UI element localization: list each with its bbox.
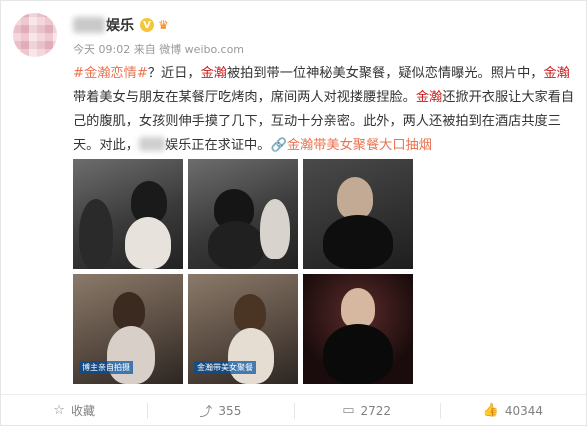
- topic-link[interactable]: #金瀚恋情#: [73, 66, 148, 81]
- figure-shape: [113, 292, 145, 330]
- comment-icon: ▭: [342, 403, 355, 418]
- verified-icon: V: [140, 18, 154, 32]
- author-name[interactable]: 娱乐: [106, 15, 134, 35]
- favorite-label: 收藏: [70, 404, 95, 418]
- figure-shape: [323, 215, 393, 269]
- name-link[interactable]: 金瀚: [201, 66, 227, 81]
- photo-thumb[interactable]: 博主亲自拍摄: [73, 274, 183, 384]
- photo-image: [303, 159, 413, 269]
- figure-shape: [260, 199, 290, 259]
- favorite-button[interactable]: ☆ 收藏: [1, 395, 147, 426]
- text-part: ？近日，: [147, 66, 201, 81]
- comment-button[interactable]: ▭ 2722: [293, 395, 440, 426]
- source-redaction: [138, 137, 165, 151]
- photo-caption: 博主亲自拍摄: [79, 361, 133, 374]
- article-link[interactable]: 金瀚带美女聚餐大口抽烟: [287, 138, 432, 153]
- like-count: 40344: [504, 403, 544, 418]
- text-part: 娱乐正在求证中。: [164, 138, 271, 153]
- post-text: #金瀚恋情#？近日，金瀚被拍到带一位神秘美女聚餐，疑似恋情曝光。照片中，金瀚带着…: [73, 62, 578, 158]
- link-icon: 🔗: [270, 138, 287, 153]
- avatar[interactable]: [13, 13, 57, 57]
- figure-shape: [228, 328, 274, 384]
- photo-thumb[interactable]: 金瀚带美女聚餐: [188, 274, 298, 384]
- author-row: 娱乐 V ♛: [73, 15, 169, 35]
- author-name-redaction: [73, 17, 105, 33]
- photo-image: [303, 274, 413, 384]
- comment-count: 2722: [360, 403, 392, 418]
- thumbs-up-icon: 👍: [482, 403, 499, 418]
- figure-shape: [208, 221, 264, 269]
- photo-thumb[interactable]: [303, 274, 413, 384]
- text-part: 带着美女与朋友在某餐厅吃烤肉，席间两人对视搂腰捏脸。: [73, 90, 416, 105]
- photo-thumb[interactable]: [303, 159, 413, 269]
- photo-image: 博主亲自拍摄: [73, 274, 183, 384]
- repost-button[interactable]: ⤴ 355: [147, 395, 293, 426]
- name-link[interactable]: 金瀚: [543, 66, 569, 81]
- photo-image: [188, 159, 298, 269]
- text-part: 被拍到带一位神秘美女聚餐，疑似恋情曝光。照片中，: [226, 66, 544, 81]
- photo-image: 金瀚带美女聚餐: [188, 274, 298, 384]
- figure-shape: [341, 288, 375, 328]
- vip-crown-icon: ♛: [158, 18, 169, 32]
- like-button[interactable]: 👍 40344: [439, 395, 586, 426]
- weibo-post-card: 娱乐 V ♛ 今天 09:02 来自 微博 weibo.com #金瀚恋情#？近…: [0, 0, 587, 426]
- photo-thumb[interactable]: [73, 159, 183, 269]
- figure-shape: [234, 294, 266, 332]
- photo-caption: 金瀚带美女聚餐: [194, 361, 256, 374]
- post-meta: 今天 09:02 来自 微博 weibo.com: [73, 43, 245, 56]
- action-bar: ☆ 收藏 ⤴ 355 ▭ 2722 👍 40344: [1, 394, 586, 426]
- name-link[interactable]: 金瀚: [416, 90, 442, 105]
- figure-shape: [79, 199, 113, 269]
- repost-count: 355: [218, 403, 242, 418]
- repost-icon: ⤴: [199, 405, 213, 420]
- photo-image: [73, 159, 183, 269]
- figure-shape: [125, 217, 171, 269]
- figure-shape: [107, 326, 155, 384]
- star-icon: ☆: [53, 403, 65, 418]
- figure-shape: [337, 177, 373, 219]
- photo-thumb[interactable]: [188, 159, 298, 269]
- figure-shape: [323, 324, 393, 384]
